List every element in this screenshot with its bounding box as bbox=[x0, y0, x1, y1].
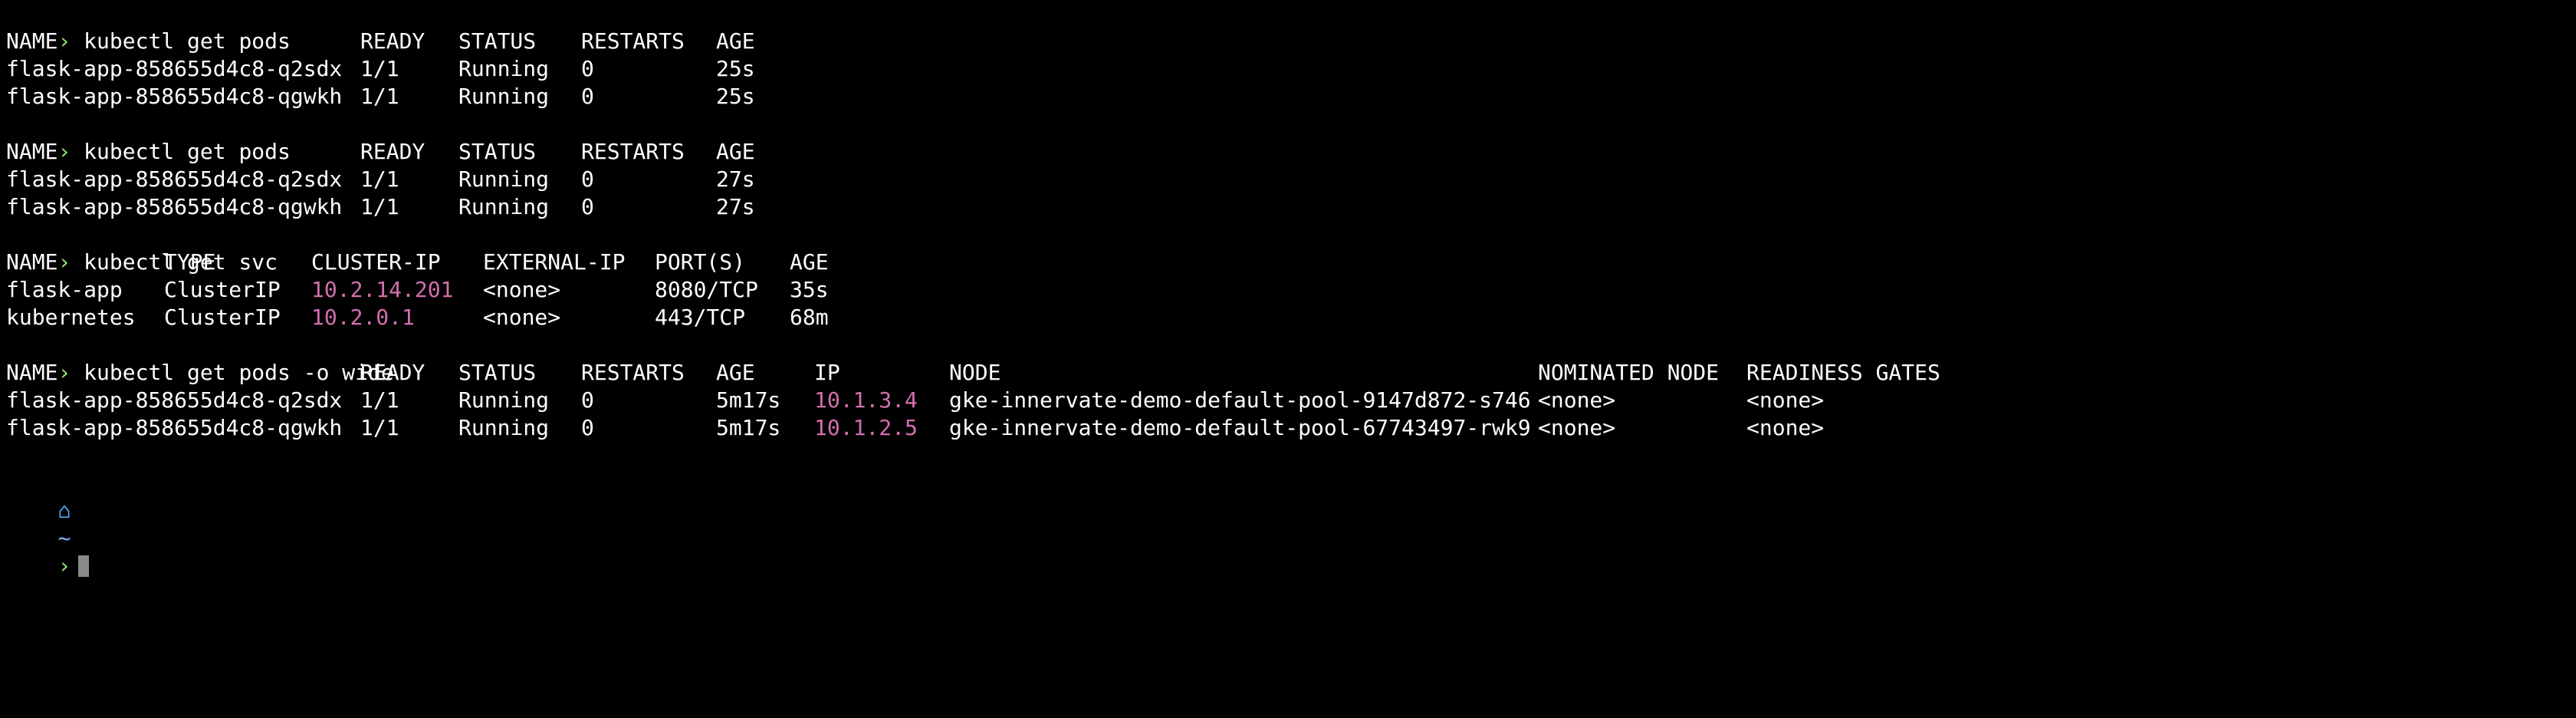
svc-type: ClusterIP bbox=[164, 305, 281, 330]
column-header: STATUS bbox=[458, 360, 537, 385]
command-line: › kubectl get pods -o wide bbox=[6, 331, 2576, 385]
svc-ports: 8080/TCP bbox=[655, 277, 758, 302]
column-header: NAME bbox=[6, 139, 58, 164]
pod-ready: 1/1 bbox=[360, 194, 399, 219]
pod-nominated-node: <none> bbox=[1538, 387, 1616, 413]
column-header: AGE bbox=[790, 249, 829, 275]
table-row: kubernetes ClusterIP 10.2.0.1 <none> 443… bbox=[6, 304, 2576, 331]
pod-node: gke-innervate-demo-default-pool-67743497… bbox=[949, 415, 1531, 440]
pod-status: Running bbox=[458, 194, 550, 219]
pod-name: flask-app-858655d4c8-qgwkh bbox=[6, 84, 343, 109]
column-header: NAME bbox=[6, 249, 58, 275]
svc-type: ClusterIP bbox=[164, 277, 281, 302]
column-header: NAME bbox=[6, 360, 58, 385]
pod-restarts: 0 bbox=[581, 56, 594, 81]
pod-ready: 1/1 bbox=[360, 415, 399, 440]
pod-name: flask-app-858655d4c8-q2sdx bbox=[6, 387, 343, 413]
pod-ip: 10.1.3.4 bbox=[814, 387, 918, 413]
pod-ready: 1/1 bbox=[360, 84, 399, 109]
pod-status: Running bbox=[458, 166, 550, 192]
pod-restarts: 0 bbox=[581, 387, 594, 413]
pod-restarts: 0 bbox=[581, 415, 594, 440]
column-header: STATUS bbox=[458, 28, 537, 54]
table-header: NAME READY STATUS RESTARTS AGE bbox=[6, 28, 2576, 55]
table-header: NAME READY STATUS RESTARTS AGE bbox=[6, 138, 2576, 166]
pod-name: flask-app-858655d4c8-q2sdx bbox=[6, 166, 343, 192]
pod-ready: 1/1 bbox=[360, 166, 399, 192]
pod-ready: 1/1 bbox=[360, 387, 399, 413]
svc-external-ip: <none> bbox=[483, 305, 561, 330]
table-row: flask-app-858655d4c8-q2sdx 1/1 Running 0… bbox=[6, 387, 2576, 414]
pod-name: flask-app-858655d4c8-q2sdx bbox=[6, 56, 343, 81]
table-row: flask-app-858655d4c8-qgwkh 1/1 Running 0… bbox=[6, 83, 2576, 110]
column-header: READY bbox=[360, 360, 426, 385]
command-line: › kubectl get pods bbox=[6, 0, 2576, 54]
command-line: › kubectl get svc bbox=[6, 221, 2576, 275]
home-directory-tilde: ~ bbox=[58, 525, 71, 551]
column-header: NAME bbox=[6, 28, 58, 54]
pod-restarts: 0 bbox=[581, 84, 594, 109]
pod-age: 27s bbox=[716, 166, 755, 192]
pod-restarts: 0 bbox=[581, 166, 594, 192]
pod-readiness-gates: <none> bbox=[1746, 387, 1825, 413]
pod-status: Running bbox=[458, 56, 550, 81]
column-header: NODE bbox=[949, 360, 1001, 385]
current-prompt[interactable]: ⌂ ~ › bbox=[6, 442, 2576, 578]
column-header: AGE bbox=[716, 360, 755, 385]
svc-age: 68m bbox=[790, 305, 829, 330]
table-row: flask-app ClusterIP 10.2.14.201 <none> 8… bbox=[6, 276, 2576, 304]
pod-readiness-gates: <none> bbox=[1746, 415, 1825, 440]
pod-age: 5m17s bbox=[716, 387, 781, 413]
svc-ports: 443/TCP bbox=[655, 305, 746, 330]
pod-ready: 1/1 bbox=[360, 56, 399, 81]
column-header: RESTARTS bbox=[581, 139, 685, 164]
pod-age: 27s bbox=[716, 194, 755, 219]
column-header: IP bbox=[814, 360, 840, 385]
column-header: CLUSTER-IP bbox=[311, 249, 441, 275]
column-header: RESTARTS bbox=[581, 360, 685, 385]
svc-name: kubernetes bbox=[6, 305, 136, 330]
pod-name: flask-app-858655d4c8-qgwkh bbox=[6, 415, 343, 440]
pod-name: flask-app-858655d4c8-qgwkh bbox=[6, 194, 343, 219]
column-header: AGE bbox=[716, 28, 755, 54]
pod-age: 5m17s bbox=[716, 415, 781, 440]
svc-age: 35s bbox=[790, 277, 829, 302]
column-header: AGE bbox=[716, 139, 755, 164]
table-row: flask-app-858655d4c8-qgwkh 1/1 Running 0… bbox=[6, 414, 2576, 442]
pod-status: Running bbox=[458, 84, 550, 109]
pod-age: 25s bbox=[716, 84, 755, 109]
svc-cluster-ip: 10.2.14.201 bbox=[311, 277, 454, 302]
text-cursor[interactable] bbox=[78, 555, 90, 577]
column-header: TYPE bbox=[164, 249, 216, 275]
column-header: STATUS bbox=[458, 139, 537, 164]
table-row: flask-app-858655d4c8-qgwkh 1/1 Running 0… bbox=[6, 193, 2576, 221]
pod-status: Running bbox=[458, 415, 550, 440]
command-line: › kubectl get pods bbox=[6, 110, 2576, 164]
svc-cluster-ip: 10.2.0.1 bbox=[311, 305, 415, 330]
pod-restarts: 0 bbox=[581, 194, 594, 219]
column-header: READINESS GATES bbox=[1746, 360, 1940, 385]
pod-ip: 10.1.2.5 bbox=[814, 415, 918, 440]
pod-nominated-node: <none> bbox=[1538, 415, 1616, 440]
column-header: READY bbox=[360, 28, 426, 54]
pod-status: Running bbox=[458, 387, 550, 413]
column-header: RESTARTS bbox=[581, 28, 685, 54]
table-header: NAME TYPE CLUSTER-IP EXTERNAL-IP PORT(S)… bbox=[6, 249, 2576, 276]
column-header: NOMINATED NODE bbox=[1538, 360, 1720, 385]
column-header: READY bbox=[360, 139, 426, 164]
table-header: NAME READY STATUS RESTARTS AGE IP NODE N… bbox=[6, 359, 2576, 387]
home-icon: ⌂ bbox=[58, 498, 71, 523]
table-row: flask-app-858655d4c8-q2sdx 1/1 Running 0… bbox=[6, 166, 2576, 193]
svc-name: flask-app bbox=[6, 277, 123, 302]
column-header: PORT(S) bbox=[655, 249, 746, 275]
table-row: flask-app-858655d4c8-q2sdx 1/1 Running 0… bbox=[6, 55, 2576, 83]
pod-age: 25s bbox=[716, 56, 755, 81]
svc-external-ip: <none> bbox=[483, 277, 561, 302]
column-header: EXTERNAL-IP bbox=[483, 249, 626, 275]
pod-node: gke-innervate-demo-default-pool-9147d872… bbox=[949, 387, 1531, 413]
terminal-window[interactable]: › kubectl get pods NAME READY STATUS RES… bbox=[0, 0, 2576, 578]
prompt-arrow-icon: › bbox=[58, 553, 71, 578]
